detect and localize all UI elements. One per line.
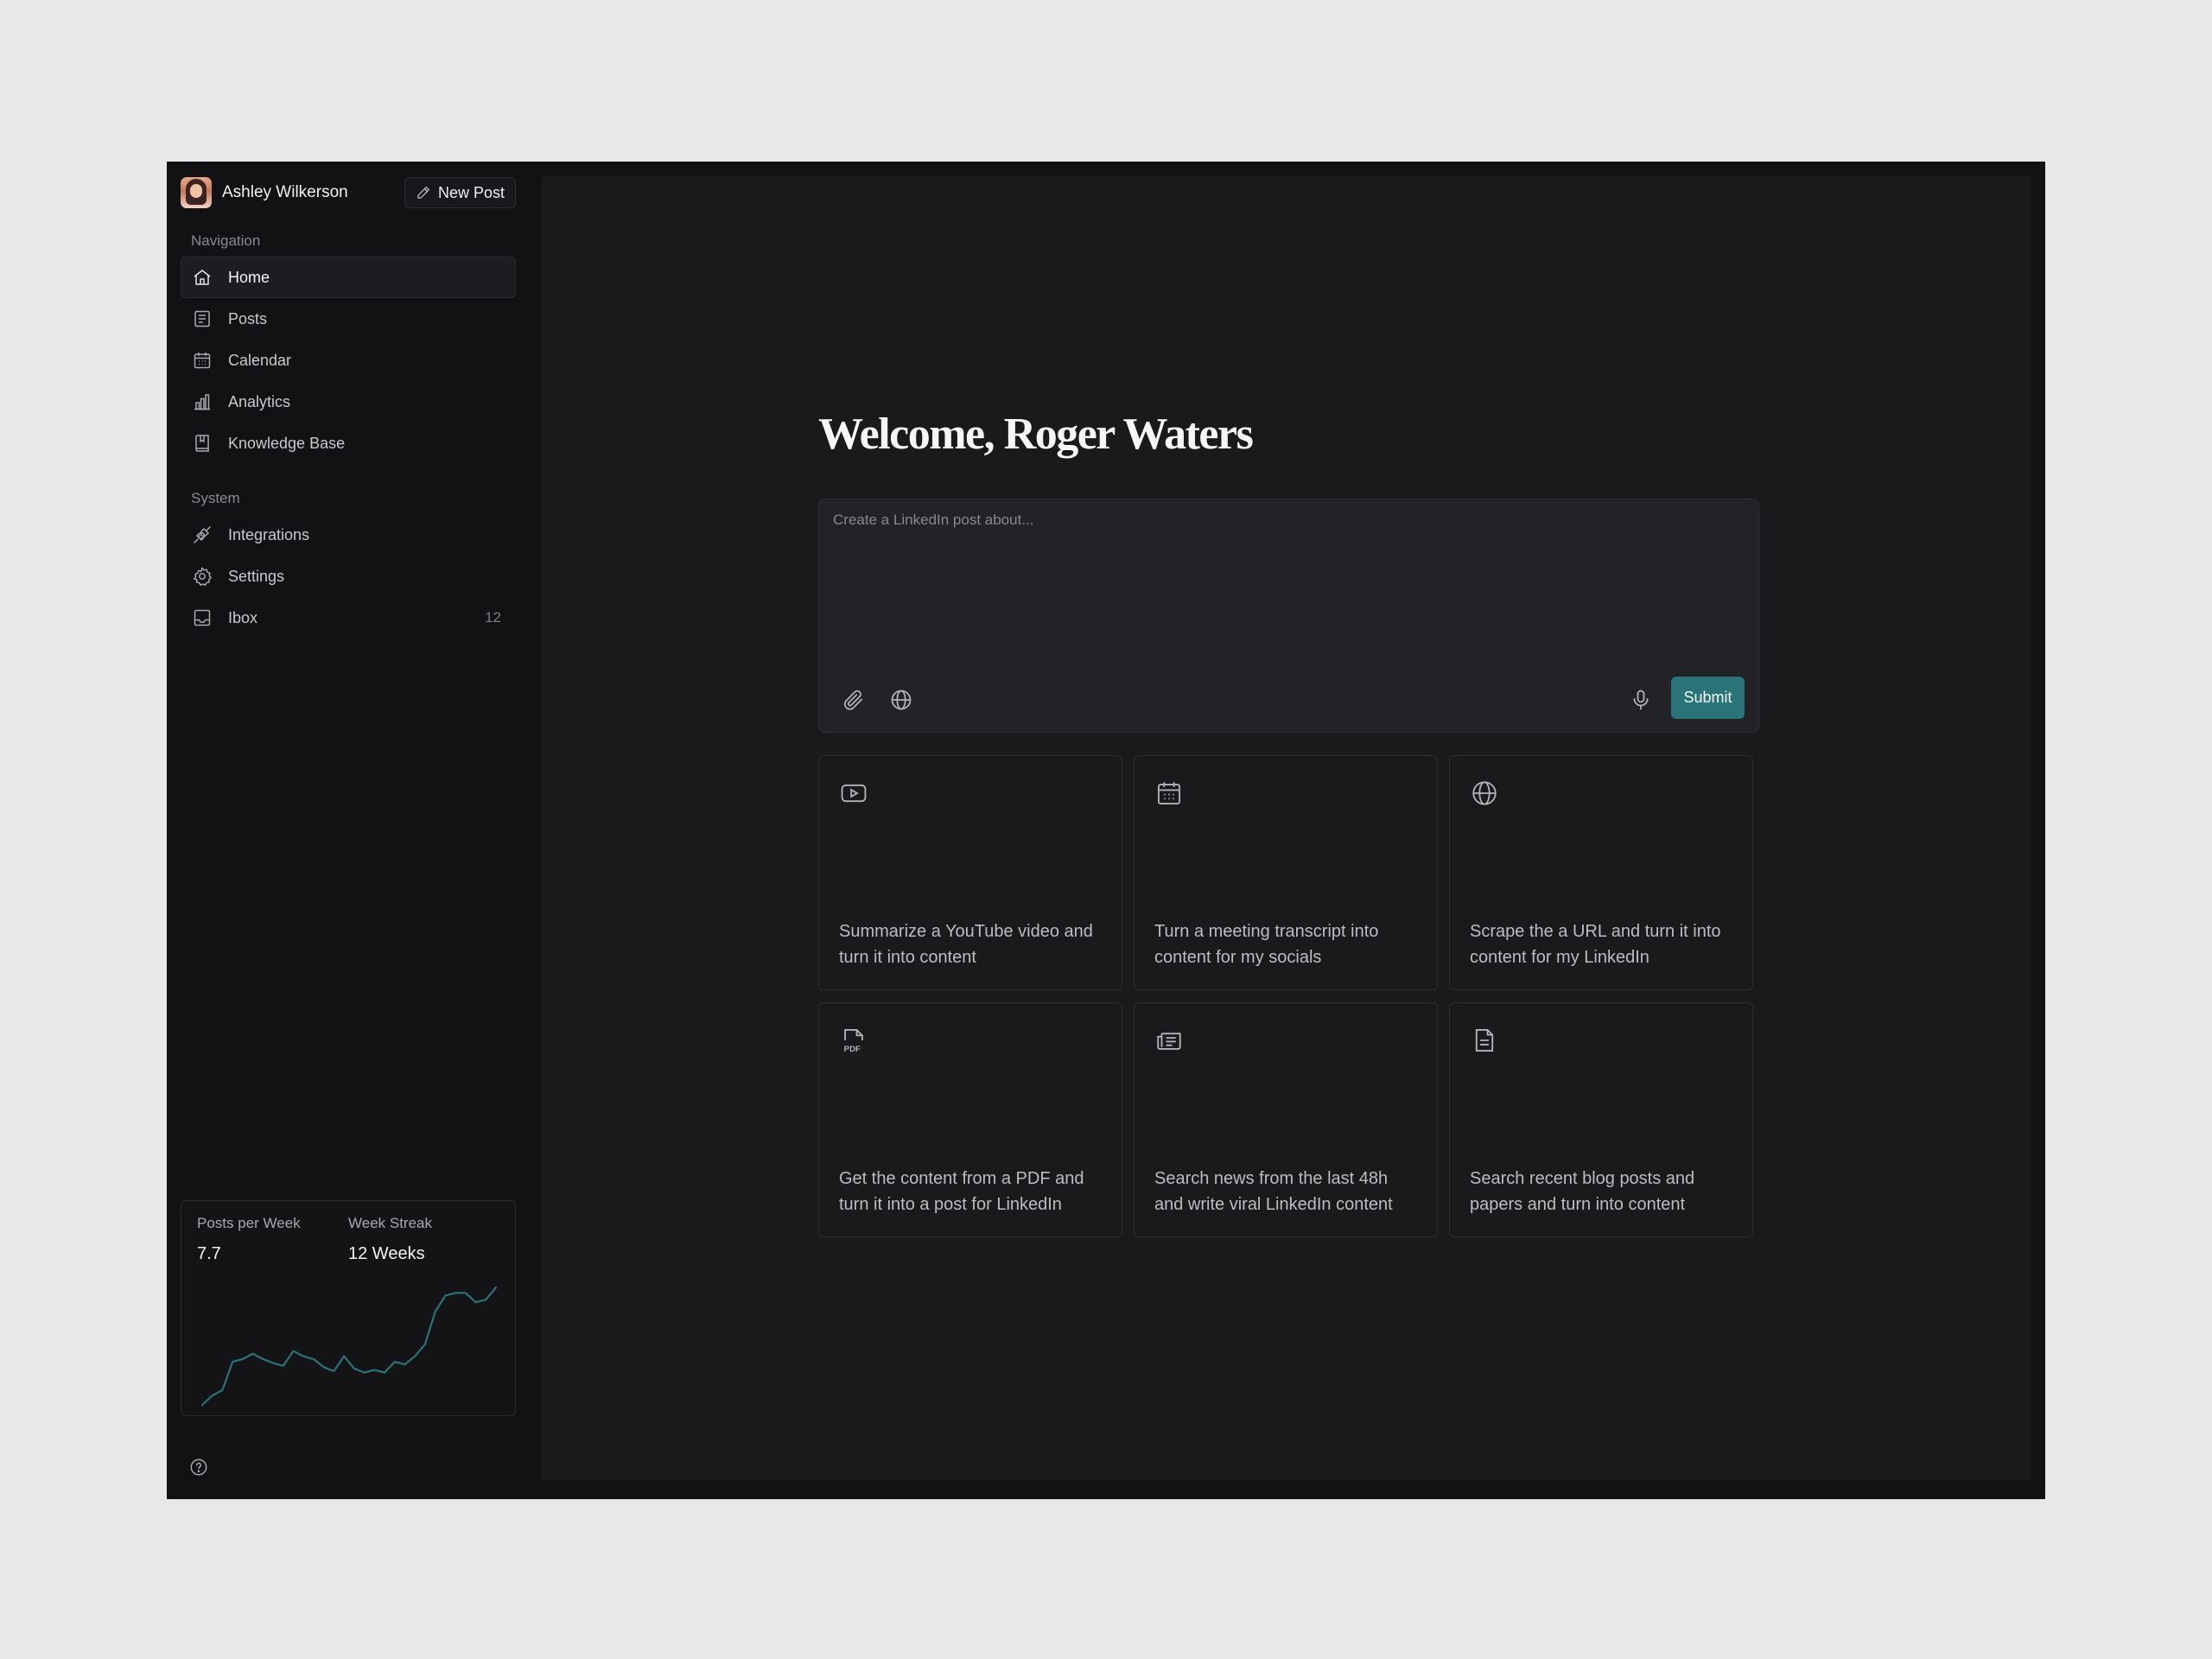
suggestion-card-meeting-transcript[interactable]: Turn a meeting transcript into content f… xyxy=(1134,755,1438,990)
sidebar-item-label: Calendar xyxy=(228,351,292,369)
sparkline-series xyxy=(200,1286,498,1407)
card-text: Search news from the last 48h and write … xyxy=(1154,1169,1393,1214)
app-window: Ashley Wilkerson New Post Navigation Hom… xyxy=(167,162,2045,1499)
sidebar-item-label: Posts xyxy=(228,309,268,327)
posts-per-week-stat: Posts per Week 7.7 xyxy=(197,1215,348,1264)
user-menu[interactable]: Ashley Wilkerson xyxy=(181,177,348,208)
inbox-count-badge: 12 xyxy=(485,609,501,626)
globe-icon[interactable] xyxy=(889,688,913,712)
suggestion-card-blog-posts[interactable]: Search recent blog posts and papers and … xyxy=(1449,1002,1753,1237)
posts-per-week-value: 7.7 xyxy=(197,1244,221,1263)
submit-button[interactable]: Submit xyxy=(1671,677,1745,719)
analytics-icon xyxy=(192,391,213,412)
sidebar-item-label: Integrations xyxy=(228,525,310,543)
main-panel: Welcome, Roger Waters Submit Summarize a… xyxy=(542,175,2031,1480)
newspaper-icon xyxy=(1154,1026,1184,1055)
posts-per-week-label: Posts per Week xyxy=(197,1215,301,1231)
sidebar-item-label: Ibox xyxy=(228,608,258,626)
suggestion-card-news[interactable]: Search news from the last 48h and write … xyxy=(1134,1002,1438,1237)
sidebar-item-label: Knowledge Base xyxy=(228,434,346,452)
sidebar-item-inbox[interactable]: Ibox 12 xyxy=(181,597,516,639)
card-text: Get the content from a PDF and turn it i… xyxy=(839,1169,1084,1214)
page-title: Welcome, Roger Waters xyxy=(818,410,1254,459)
inbox-icon xyxy=(192,607,213,628)
youtube-icon xyxy=(839,779,868,808)
card-text: Scrape the a URL and turn it into conten… xyxy=(1470,922,1721,967)
pdf-icon: PDF xyxy=(839,1026,868,1055)
system-list: Integrations Settings Ibox 12 xyxy=(181,514,516,639)
sidebar-item-home[interactable]: Home xyxy=(181,257,516,298)
card-text: Summarize a YouTube video and turn it in… xyxy=(839,922,1093,967)
post-composer: Submit xyxy=(818,499,1759,733)
sidebar-item-label: Settings xyxy=(228,567,285,585)
globe-icon xyxy=(1470,779,1499,808)
sidebar: Ashley Wilkerson New Post Navigation Hom… xyxy=(167,162,542,1499)
book-icon xyxy=(192,433,213,454)
suggestion-card-scrape-url[interactable]: Scrape the a URL and turn it into conten… xyxy=(1449,755,1753,990)
suggestion-cards: Summarize a YouTube video and turn it in… xyxy=(818,755,1757,1237)
calendar-icon xyxy=(192,350,213,371)
card-text: Search recent blog posts and papers and … xyxy=(1470,1169,1695,1214)
prompt-input[interactable] xyxy=(833,512,1740,650)
sidebar-item-knowledge-base[interactable]: Knowledge Base xyxy=(181,423,516,464)
microphone-icon[interactable] xyxy=(1629,688,1653,712)
user-row: Ashley Wilkerson New Post xyxy=(181,175,516,210)
stats-card: Posts per Week 7.7 Week Streak 12 Weeks xyxy=(181,1200,516,1416)
sidebar-item-label: Home xyxy=(228,268,270,286)
user-name: Ashley Wilkerson xyxy=(222,183,348,201)
sidebar-item-calendar[interactable]: Calendar xyxy=(181,340,516,381)
avatar[interactable] xyxy=(181,177,212,208)
new-post-button[interactable]: New Post xyxy=(404,177,516,208)
card-text: Turn a meeting transcript into content f… xyxy=(1154,922,1379,967)
posts-sparkline xyxy=(200,1286,498,1407)
document-icon xyxy=(1470,1026,1499,1055)
week-streak-stat: Week Streak 12 Weeks xyxy=(348,1215,499,1264)
sidebar-item-label: Analytics xyxy=(228,392,291,410)
week-streak-label: Week Streak xyxy=(348,1215,433,1231)
sidebar-item-integrations[interactable]: Integrations xyxy=(181,514,516,556)
posts-icon xyxy=(192,308,213,329)
home-icon xyxy=(192,267,213,288)
gear-icon xyxy=(192,566,213,587)
sidebar-item-posts[interactable]: Posts xyxy=(181,298,516,340)
calendar-icon xyxy=(1154,779,1184,808)
svg-text:PDF: PDF xyxy=(844,1045,861,1054)
sidebar-item-settings[interactable]: Settings xyxy=(181,556,516,597)
new-post-label: New Post xyxy=(437,183,505,201)
suggestion-card-pdf[interactable]: PDF Get the content from a PDF and turn … xyxy=(818,1002,1122,1237)
suggestion-card-youtube[interactable]: Summarize a YouTube video and turn it in… xyxy=(818,755,1122,990)
paperclip-icon[interactable] xyxy=(842,688,866,712)
week-streak-value: 12 Weeks xyxy=(348,1244,425,1263)
navigation-section-label: Navigation xyxy=(191,232,261,249)
system-section-label: System xyxy=(191,490,240,506)
plug-icon xyxy=(192,524,213,545)
sidebar-item-analytics[interactable]: Analytics xyxy=(181,381,516,423)
pencil-icon xyxy=(417,187,429,199)
navigation-list: Home Posts Calendar Analytics Knowledge … xyxy=(181,257,516,464)
help-icon[interactable] xyxy=(189,1458,208,1477)
